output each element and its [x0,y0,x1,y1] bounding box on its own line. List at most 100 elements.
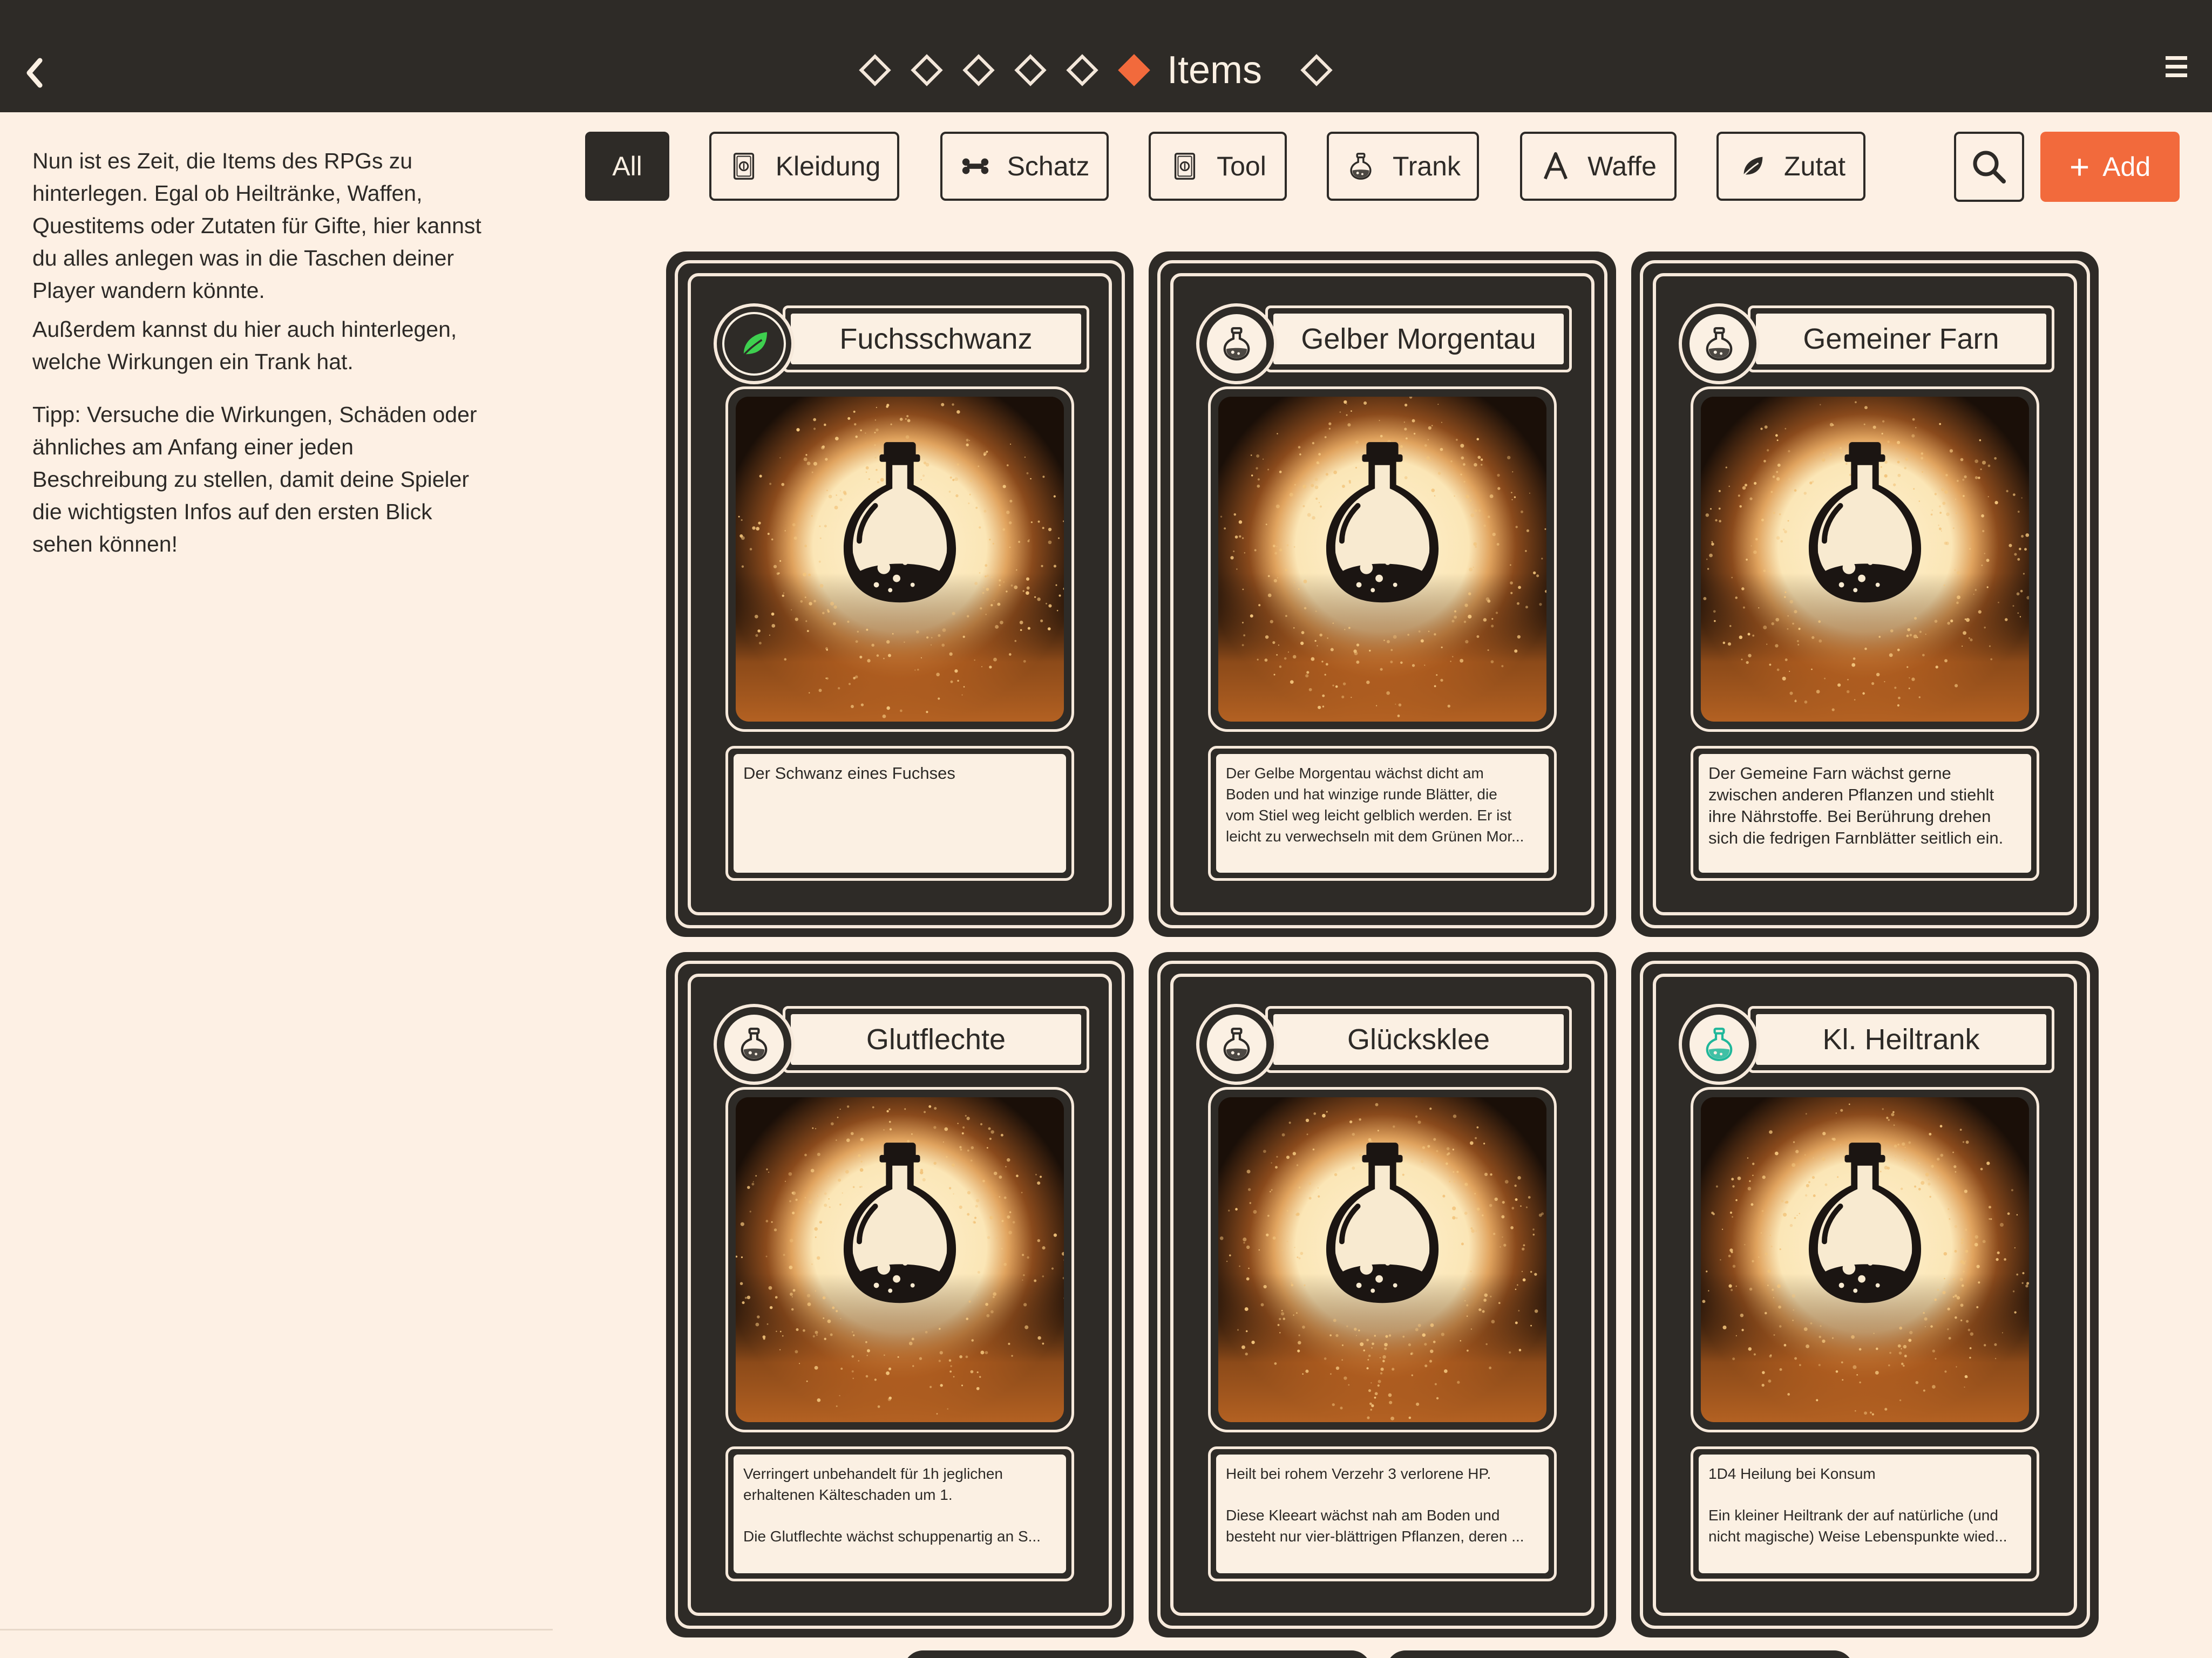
item-card[interactable]: Gemeiner Farn Der Gemeine Farn wächst ge… [1631,252,2099,937]
description-line: 1D4 Heilung bei Konsum [1708,1465,1876,1482]
filter-label: Schatz [1007,151,1090,181]
card-type-badge [1679,1004,1760,1085]
card-description-frame: Heilt bei rohem Verzehr 3 verlorene HP. D… [1208,1446,1557,1581]
hamburger-line [2166,73,2187,77]
filter-waffe[interactable]: Waffe [1520,132,1677,201]
card-description-frame: Verringert unbehandelt für 1h jeglichen e… [725,1446,1074,1581]
card-artwork-frame [725,1087,1074,1432]
filter-label: Waffe [1587,151,1657,181]
filter-tool[interactable]: Tool [1149,132,1287,201]
filter-kleidung[interactable]: Kleidung [709,132,899,201]
chevron-left-icon [26,58,43,88]
filter-trank[interactable]: Trank [1327,132,1479,201]
letter-a-icon [1540,151,1580,182]
potion-icon [722,1013,786,1076]
card-type-badge [1196,1004,1277,1085]
card-title-frame: Glutflechte [783,1006,1089,1073]
card-title: Gelber Morgentau [1273,314,1564,364]
intro-line: sehen können! [32,532,178,556]
filter-label: Zutat [1784,151,1845,181]
leaf-icon [1736,151,1776,182]
filter-zutat[interactable]: Zutat [1716,132,1865,201]
card-description: Der Gemeine Farn wächst gerne zwischen an… [1699,754,2031,873]
potion-artwork [1218,397,1546,722]
filter-label: Trank [1393,151,1461,181]
filter-label: All [612,151,642,181]
step-diamond-icon [859,54,891,86]
filter-label: Tool [1217,151,1266,181]
step-diamond-icon [1014,54,1047,86]
step-diamond-icon [1066,54,1098,86]
filter-schatz[interactable]: Schatz [940,132,1109,201]
description-line: ihre Nährstoffe. Bei Berührung drehen [1708,807,1991,826]
intro-line: welche Wirkungen ein Trank hat. [32,349,354,374]
intro-paragraph: Tipp: Versuche die Wirkungen, Schäden od… [32,398,518,560]
card-description: 1D4 Heilung bei Konsum Ein kleiner Heiltr… [1699,1455,2031,1573]
potion-artwork [1701,397,2029,722]
intro-paragraph: Außerdem kannst du hier auch hinterlegen… [32,313,518,378]
step-diamond-icon[interactable] [1300,54,1333,86]
search-button[interactable] [1954,132,2024,202]
intro-line: du alles anlegen was in die Taschen dein… [32,246,454,270]
intro-paragraph: Nun ist es Zeit, die Items des RPGs zu hi… [32,145,518,307]
description-line: Boden und hat winzige runde Blätter, die [1226,786,1497,803]
menu-button[interactable] [2166,56,2187,78]
description-line: Verringert unbehandelt für 1h jeglichen [743,1465,1003,1482]
step-diamond-icon [911,54,943,86]
hamburger-icon [2166,56,2187,60]
card-type-badge [714,1004,795,1085]
item-card[interactable]: Fuchsschwanz Der Schwanz eines Fuchses [666,252,1134,937]
item-card[interactable]: Gelber Morgentau Der Gelbe Morgentau wäc… [1149,252,1616,937]
divider [0,1629,553,1630]
coin-card-icon [1169,151,1209,182]
potion-icon [1205,1013,1268,1076]
sidebar: Nun ist es Zeit, die Items des RPGs zu hi… [0,112,553,1658]
potion-icon [1687,312,1751,376]
add-button-label: Add [2102,152,2151,182]
card-artwork-frame [1691,1087,2039,1432]
intro-line: hinterlegen. Egal ob Heiltränke, Waffen, [32,181,423,206]
card-title: Gemeiner Farn [1756,314,2046,364]
card-title-frame: Gelber Morgentau [1265,305,1572,372]
intro-line: Questitems oder Zutaten für Gifte, hier … [32,213,481,238]
item-card[interactable]: Glücksklee Heilt bei rohem Verzehr 3 ver… [1149,952,1616,1637]
card-description-frame: Der Gelbe Morgentau wächst dicht am Boden… [1208,746,1557,881]
card-title: Glücksklee [1273,1014,1564,1065]
item-card[interactable]: Glutflechte Verringert unbehandelt für 1… [666,952,1134,1637]
potion-icon [1345,151,1385,182]
bone-icon [960,151,1000,182]
card-type-badge [714,303,795,384]
card-description-frame: Der Schwanz eines Fuchses [725,746,1074,881]
card-artwork-frame [1208,386,1557,732]
card-title-frame: Kl. Heiltrank [1748,1006,2054,1073]
description-line: sich die fedrigen Farnblätter seitlich e… [1708,828,2004,847]
page-title: Items [1167,49,1263,92]
hamburger-line [2166,65,2187,69]
card-artwork-frame [725,386,1074,732]
intro-line: Nun ist es Zeit, die Items des RPGs zu [32,148,413,173]
potion-icon [1687,1013,1751,1076]
card-description-frame: 1D4 Heilung bei Konsum Ein kleiner Heiltr… [1691,1446,2039,1581]
add-button[interactable]: + Add [2040,132,2180,202]
intro-line: Beschreibung zu stellen, damit deine Spi… [32,467,470,492]
card-type-badge [1196,303,1277,384]
step-diamond-icon [962,54,995,86]
card-peek [904,1650,1371,1658]
filter-all[interactable]: All [585,132,669,201]
potion-artwork [736,1097,1064,1422]
description-line: Ein kleiner Heiltrank der auf natürliche… [1708,1507,1998,1524]
card-artwork-frame [1208,1087,1557,1432]
plus-icon: + [2069,147,2090,186]
card-description: Heilt bei rohem Verzehr 3 verlorene HP. D… [1216,1455,1549,1573]
description-line: vom Stiel weg leicht gelblich werden. Er… [1226,807,1512,824]
potion-artwork [736,397,1064,722]
step-diamond-active-icon [1118,54,1150,86]
description-line: nicht magische) Weise Lebenspunkte wied.… [1708,1528,2007,1545]
description-line: Die Glutflechte wächst schuppenartig an … [743,1528,1041,1545]
back-button[interactable] [22,54,49,92]
item-card[interactable]: Kl. Heiltrank 1D4 Heilung bei Konsum Ein… [1631,952,2099,1637]
intro-line: ähnliches am Anfang einer jeden [32,434,354,459]
